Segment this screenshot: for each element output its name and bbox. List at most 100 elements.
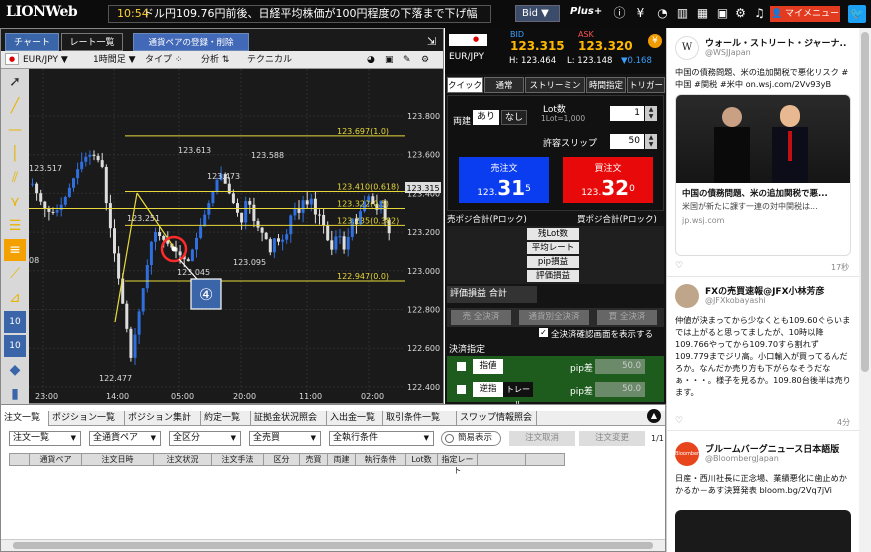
palette-icon[interactable]: ◕ bbox=[367, 53, 375, 67]
chart-toolbar: ● EUR/JPY ▼ 1時間足 ▼ タイプ ⁘ 分析 ⇅ テクニカル ◕ ▣ … bbox=[1, 51, 443, 69]
simple-view-toggle[interactable]: 簡易表示 bbox=[441, 431, 501, 446]
trend-line-icon[interactable]: ╱ bbox=[4, 95, 26, 117]
my-menu-button[interactable]: 👤 マイメニュー bbox=[770, 6, 840, 22]
ryodate-off-button[interactable]: なし bbox=[501, 110, 527, 125]
bottom-tab-0[interactable]: 注文一覧 bbox=[1, 411, 49, 426]
fib-level-label: 122.947(0.0) bbox=[337, 272, 389, 281]
tab-chart[interactable]: チャート bbox=[5, 33, 59, 51]
limit-button[interactable]: 指値 bbox=[473, 359, 503, 374]
news-ticker[interactable]: 10:54 ドル円109.76円前後、日経平均株価が100円程度の下落まで下げ幅 bbox=[108, 5, 491, 23]
gann-icon[interactable]: ⊿ bbox=[4, 287, 26, 309]
pair-settle-all-button[interactable]: 通貨別全決済 bbox=[519, 310, 589, 325]
gear-icon[interactable]: ⚙ bbox=[733, 6, 748, 21]
bottom-tab-7[interactable]: スワップ情報照会 bbox=[457, 411, 537, 426]
eraser-icon[interactable]: ◆ bbox=[4, 359, 26, 381]
cancel-order-button[interactable]: 注文取消 bbox=[509, 431, 575, 446]
tab-rate-list[interactable]: レート一覧 bbox=[61, 33, 123, 51]
currency-pair-select[interactable]: 全通貨ペア bbox=[89, 431, 161, 446]
category-select[interactable]: 全区分 bbox=[169, 431, 241, 446]
time-axis-label: 02:00 bbox=[361, 392, 384, 401]
layout-icon[interactable]: ▣ bbox=[715, 6, 730, 21]
twitter-icon[interactable]: 🐦 bbox=[848, 5, 866, 23]
buy-order-button[interactable]: 買注文 123.320 bbox=[563, 157, 653, 203]
trash-icon[interactable]: ▮ bbox=[4, 383, 26, 405]
tweet-card[interactable]: 中国の債務問題、米の追加関税で悪... 米国が新たに課す一連の対中関税は... … bbox=[675, 94, 851, 256]
pie-chart-icon[interactable]: ◔ bbox=[655, 6, 670, 21]
horizontal-line-icon[interactable]: — bbox=[4, 119, 26, 141]
sell-order-button[interactable]: 売注文 123.315 bbox=[459, 157, 549, 203]
bottom-tab-5[interactable]: 入出金一覧 bbox=[327, 411, 383, 426]
buy-settle-all-button[interactable]: 買 全決済 bbox=[597, 310, 657, 325]
camera-icon[interactable]: ▣ bbox=[385, 53, 394, 67]
order-tab-4[interactable]: トリガー bbox=[627, 77, 665, 93]
stop-pip-input[interactable]: 50.0 bbox=[595, 382, 645, 397]
column-header: 区分 bbox=[264, 454, 300, 465]
sell-position-total: 売ポジ合計(Pロック) bbox=[447, 215, 527, 225]
gear-icon[interactable]: ⚙ bbox=[421, 53, 429, 67]
bid-ask-select[interactable]: Bid ▼ bbox=[515, 5, 560, 22]
confirm-checkbox[interactable]: ✓ bbox=[539, 328, 548, 337]
lot-input[interactable]: 1 bbox=[610, 106, 644, 121]
buy-position-total: 買ポジ合計(Pロック) bbox=[577, 215, 657, 225]
buy-sell-select[interactable]: 全売買 bbox=[249, 431, 321, 446]
execution-condition-select[interactable]: 全執行条件 bbox=[329, 431, 434, 446]
stop-button[interactable]: 逆指 bbox=[473, 382, 503, 397]
limit-checkbox[interactable] bbox=[457, 362, 466, 371]
ryodate-on-button[interactable]: あり bbox=[473, 110, 499, 125]
count-icon[interactable]: 10 bbox=[4, 311, 26, 333]
pen-icon[interactable]: ✎ bbox=[403, 53, 411, 67]
expand-icon[interactable]: ⇲ bbox=[427, 35, 441, 49]
slip-stepper[interactable]: ▲ ▼ bbox=[645, 134, 657, 149]
analysis-button[interactable]: 分析 ⇅ bbox=[201, 53, 229, 67]
trail-button[interactable]: トレール bbox=[503, 382, 533, 409]
time-axis-label: 14:00 bbox=[106, 392, 129, 401]
technical-button[interactable]: テクニカル bbox=[247, 53, 292, 67]
bottom-tab-4[interactable]: 証拠金状況照会 bbox=[251, 411, 327, 426]
price-chart[interactable]: 123.697(1.0) 123.410(0.618) 123.322(0.5) 12… bbox=[29, 69, 443, 403]
bottom-tab-6[interactable]: 取引条件一覧 bbox=[383, 411, 457, 426]
calendar-icon[interactable]: ▦ bbox=[695, 6, 710, 21]
price-point-label: 123.473 bbox=[207, 172, 240, 181]
order-tab-2[interactable]: ストリーミング bbox=[525, 77, 585, 107]
money-icon[interactable]: ¥ bbox=[633, 6, 648, 21]
column-header: 執行条件 bbox=[356, 454, 406, 465]
sound-icon[interactable]: ♫ bbox=[752, 6, 767, 21]
info-icon[interactable]: ⓘ bbox=[612, 6, 627, 21]
type-button[interactable]: タイプ ⁘ bbox=[145, 53, 182, 67]
order-tab-0[interactable]: クイック bbox=[447, 77, 483, 93]
fan-icon[interactable]: ⋎ bbox=[4, 191, 26, 213]
order-list-select[interactable]: 注文一覧 bbox=[9, 431, 81, 446]
horizontal-scrollbar[interactable] bbox=[1, 539, 665, 551]
heart-icon[interactable]: ♡ bbox=[675, 416, 683, 426]
heart-icon[interactable]: ♡ bbox=[675, 261, 683, 271]
channel-icon[interactable]: ⫽ bbox=[4, 167, 26, 189]
lot-stepper[interactable]: ▲ ▼ bbox=[645, 106, 657, 121]
vertical-line-icon[interactable]: │ bbox=[4, 143, 26, 165]
tab-pair-register[interactable]: 通貨ペアの登録・削除 bbox=[133, 33, 249, 51]
pair-select[interactable]: EUR/JPY ▼ bbox=[23, 53, 68, 67]
fibonacci-icon[interactable]: ☰ bbox=[4, 215, 26, 237]
order-tab-1[interactable]: 通常 bbox=[484, 77, 524, 93]
sell-settle-all-button[interactable]: 売 全決済 bbox=[451, 310, 511, 325]
bar-chart-icon[interactable]: ▥ bbox=[675, 6, 690, 21]
vertical-scrollbar[interactable] bbox=[859, 28, 871, 552]
count2-icon[interactable]: 10 bbox=[4, 335, 26, 357]
bottom-tab-3[interactable]: 約定一覧 bbox=[201, 411, 251, 426]
change-order-button[interactable]: 注文変更 bbox=[579, 431, 645, 446]
bottom-tab-1[interactable]: ポジション一覧 bbox=[49, 411, 125, 426]
fib-fan-icon[interactable]: ⟋ bbox=[4, 263, 26, 285]
fib-retracement-icon[interactable]: ≡ bbox=[4, 239, 26, 261]
stop-checkbox[interactable] bbox=[457, 385, 466, 394]
order-tab-3[interactable]: 時間指定 bbox=[586, 77, 626, 93]
cursor-icon[interactable]: ➚ bbox=[4, 71, 26, 93]
limit-pip-label: pip差 bbox=[570, 364, 593, 374]
interval-select[interactable]: 1時間足 ▼ bbox=[93, 53, 136, 67]
tweet-text: 中国の債務問題、米の追加関税で悪化リスク #中国 #関税 #米中 on.wsj.… bbox=[675, 67, 849, 89]
bottom-tab-2[interactable]: ポジション集計 bbox=[125, 411, 201, 426]
slip-input[interactable]: 50 bbox=[610, 134, 644, 149]
tweet-text: 仲値が決まってから少なくとも109.60ぐらいまでは上がると思ってましたが、10… bbox=[675, 315, 851, 397]
yen-icon[interactable]: ¥ bbox=[648, 34, 662, 48]
collapse-icon[interactable]: ▲ bbox=[647, 409, 661, 423]
ticker-text: ドル円109.76円前後、日経平均株価が100円程度の下落まで下げ幅 bbox=[143, 7, 478, 20]
limit-pip-input[interactable]: 50.0 bbox=[595, 359, 645, 374]
